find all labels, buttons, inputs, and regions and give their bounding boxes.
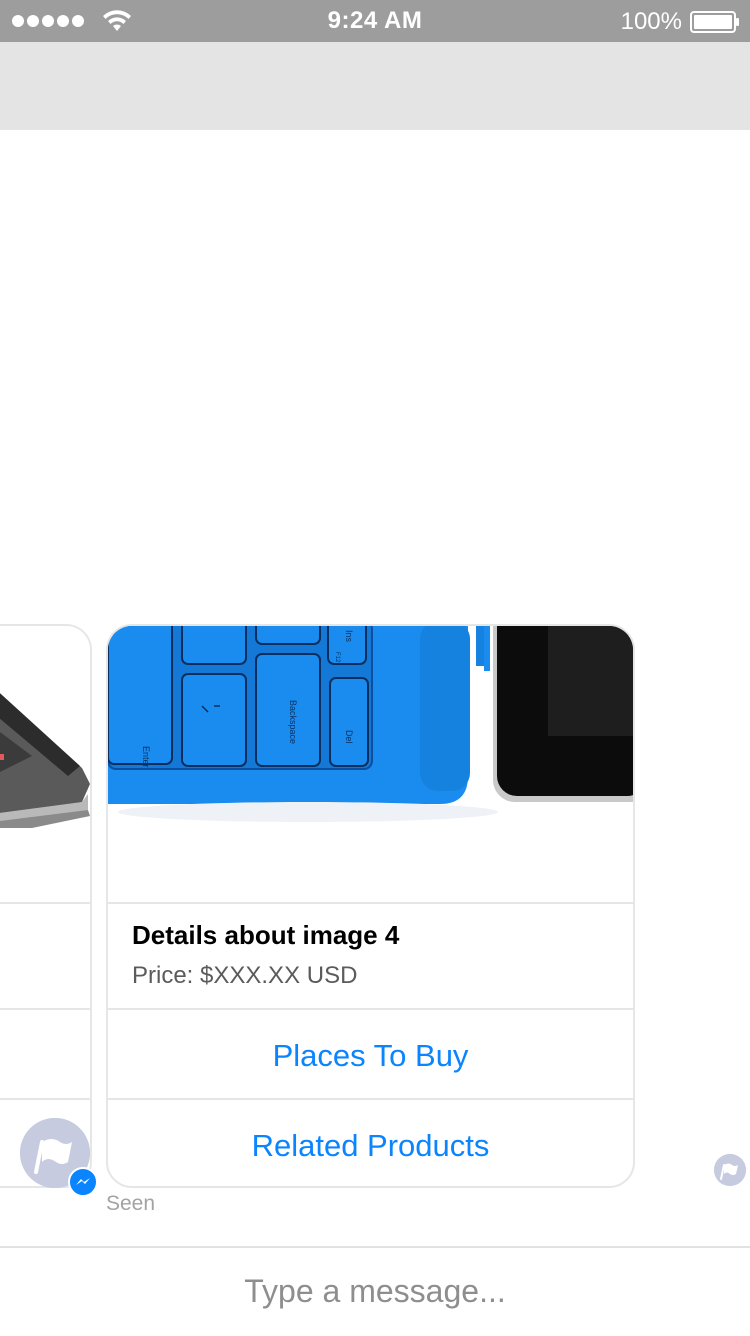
navigation-bar [0,42,750,130]
card-title: Details about image 4 [132,920,400,950]
key-label-enter: Enter [141,746,151,768]
carousel-card-product-4[interactable]: Enter Backspace Del Ins F12 Details abou… [106,624,635,1188]
message-input[interactable]: Type a message... [0,1248,750,1336]
card-info[interactable]: Details about image 4 Price: $XXX.XX USD [108,904,633,1010]
key-label-del: Del [344,730,354,744]
places-to-buy-button[interactable]: Places To Buy [108,1012,633,1100]
read-receipt-avatar-icon [714,1154,746,1186]
card-info-previous [0,904,90,1010]
card-price: Price: $XXX.XX USD [132,962,358,989]
message-composer: Type a message... [0,1246,750,1334]
related-products-button[interactable]: Related Products [108,1102,633,1186]
battery-percentage: 100% [620,8,682,35]
card-button-previous-1[interactable] [0,1012,90,1100]
key-label-f12: F12 [334,652,340,663]
key-label-backspace: Backspace [288,700,298,744]
key-label-ins: Ins [344,630,354,643]
speaker-device-image[interactable] [0,626,90,904]
seen-indicator: Seen [106,1192,156,1215]
chat-thread[interactable]: Enter Backspace Del Ins F12 Details abou… [0,130,750,1246]
status-bar: 9:24 AM 100% [0,0,750,42]
messenger-badge-icon [68,1167,98,1197]
keyboard-tablet-image[interactable]: Enter Backspace Del Ins F12 [108,626,633,904]
battery-icon [690,11,739,33]
carousel-card-previous[interactable] [0,624,92,1188]
